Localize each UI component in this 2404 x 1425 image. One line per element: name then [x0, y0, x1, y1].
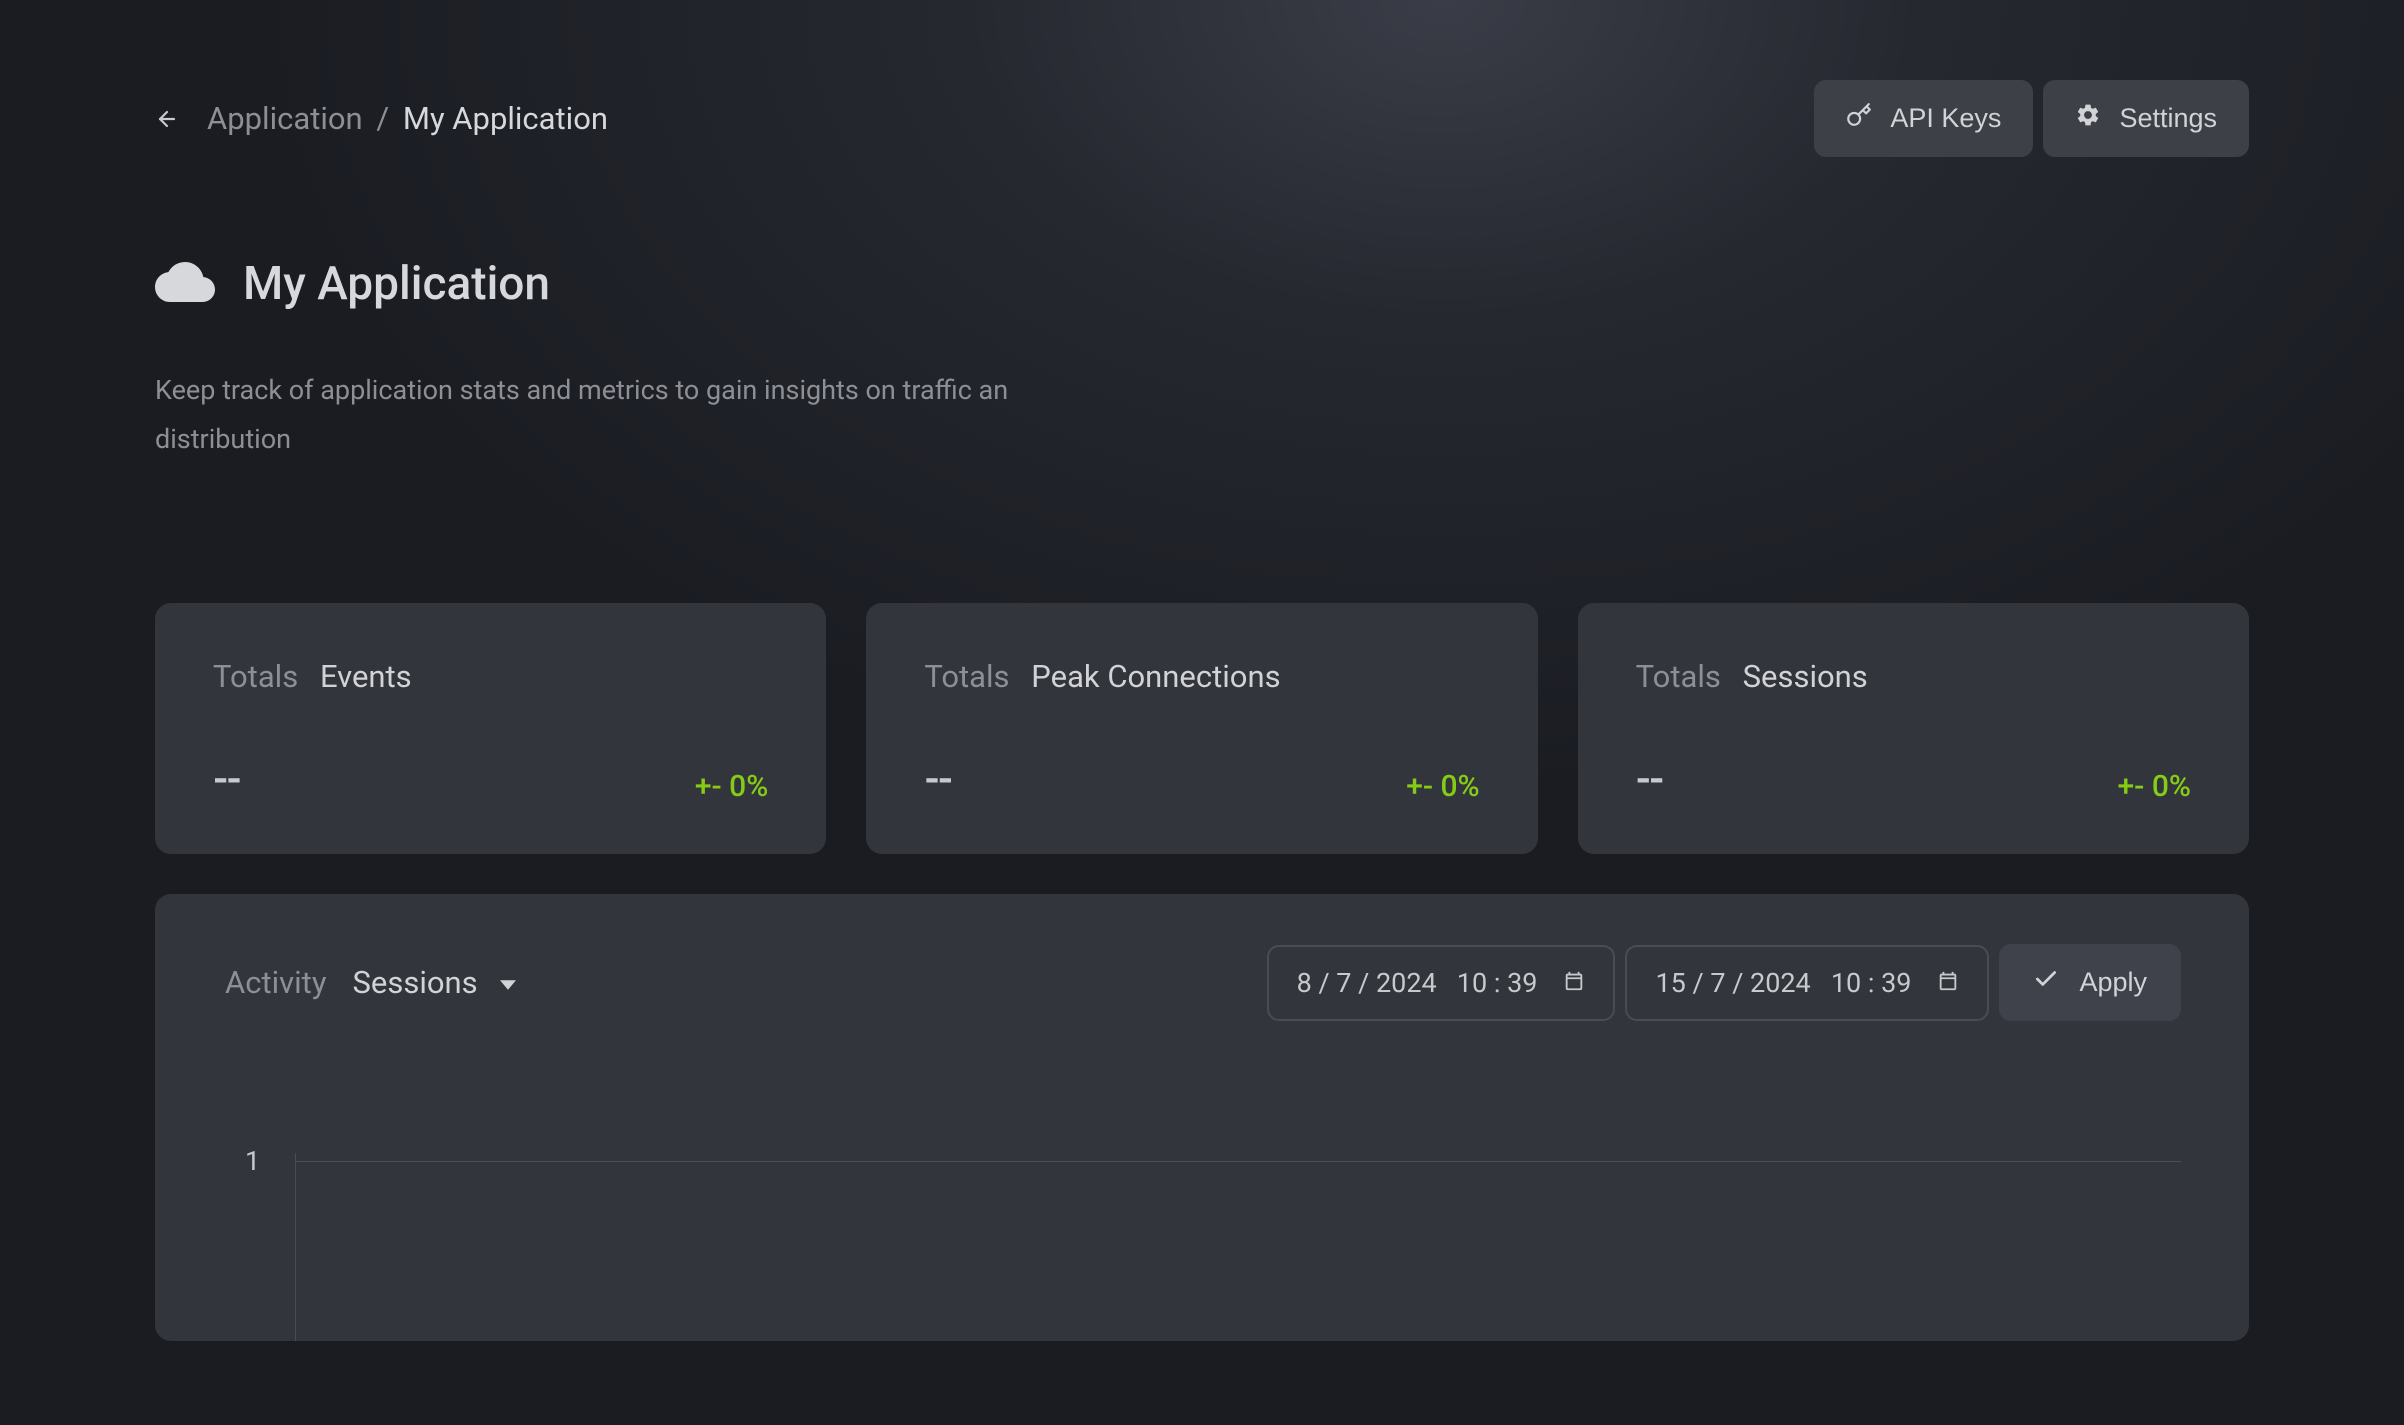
calendar-icon — [1937, 967, 1959, 999]
api-keys-button[interactable]: API Keys — [1814, 80, 2033, 157]
settings-label: Settings — [2119, 103, 2217, 134]
totals-label: Totals — [1636, 658, 1721, 695]
page-title: My Application — [243, 257, 550, 311]
totals-label: Totals — [213, 658, 298, 695]
totals-card-peak-connections: Totals Peak Connections -- +- 0% — [866, 603, 1537, 854]
chart-gridline — [295, 1161, 2181, 1162]
card-metric-name: Peak Connections — [1031, 658, 1280, 695]
activity-panel: Activity Sessions 8 / 7 / 2024 10 : 39 1… — [155, 894, 2249, 1341]
activity-chart: 1 — [225, 1161, 2181, 1341]
apply-button[interactable]: Apply — [1999, 944, 2181, 1021]
cloud-icon — [155, 252, 215, 316]
gear-icon — [2075, 102, 2101, 135]
activity-metric-select[interactable]: Sessions — [353, 964, 516, 1001]
totals-card-events: Totals Events -- +- 0% — [155, 603, 826, 854]
totals-card-sessions: Totals Sessions -- +- 0% — [1578, 603, 2249, 854]
caret-down-icon — [500, 964, 516, 1001]
activity-label: Activity — [225, 964, 327, 1001]
calendar-icon — [1563, 967, 1585, 999]
date-to-value: 15 / 7 / 2024 10 : 39 — [1655, 967, 1911, 999]
card-metric-name: Events — [320, 658, 412, 695]
card-delta: +- 0% — [2118, 769, 2191, 804]
activity-metric-selected: Sessions — [353, 964, 478, 1001]
check-icon — [2033, 966, 2059, 999]
chart-y-axis — [295, 1153, 296, 1341]
breadcrumb-separator: / — [376, 100, 389, 137]
date-from-value: 8 / 7 / 2024 10 : 39 — [1297, 967, 1538, 999]
card-value: -- — [924, 755, 951, 804]
api-keys-label: API Keys — [1890, 103, 2001, 134]
key-icon — [1846, 102, 1872, 135]
settings-button[interactable]: Settings — [2043, 80, 2249, 157]
breadcrumb: Application / My Application — [207, 100, 608, 137]
page-subtitle: Keep track of application stats and metr… — [155, 366, 1105, 463]
card-value: -- — [1636, 755, 1663, 804]
date-from-input[interactable]: 8 / 7 / 2024 10 : 39 — [1267, 945, 1616, 1021]
back-arrow-icon[interactable] — [155, 107, 179, 131]
apply-label: Apply — [2079, 967, 2147, 998]
date-to-input[interactable]: 15 / 7 / 2024 10 : 39 — [1625, 945, 1989, 1021]
card-delta: +- 0% — [695, 769, 768, 804]
card-delta: +- 0% — [1406, 769, 1479, 804]
card-value: -- — [213, 755, 240, 804]
totals-label: Totals — [924, 658, 1009, 695]
breadcrumb-current: My Application — [403, 100, 608, 137]
breadcrumb-parent[interactable]: Application — [207, 100, 363, 137]
card-metric-name: Sessions — [1743, 658, 1868, 695]
chart-y-tick: 1 — [245, 1145, 260, 1177]
